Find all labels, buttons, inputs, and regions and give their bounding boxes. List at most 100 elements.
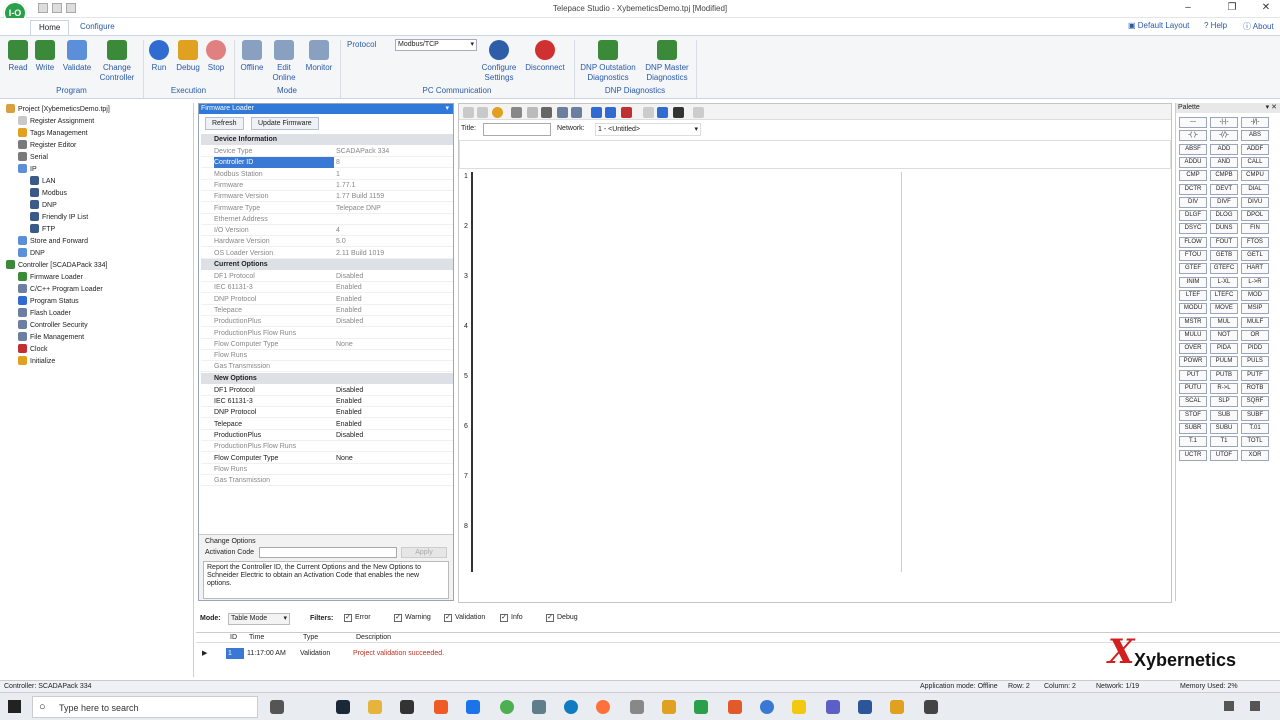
app-icon[interactable] [532, 700, 546, 714]
property-row[interactable]: Flow Runs [201, 464, 453, 475]
tree-item[interactable]: Flash Loader [18, 308, 71, 320]
dnp-outstation-diagnostics-button[interactable]: DNP Outstation Diagnostics [578, 40, 638, 83]
update-firmware-button[interactable]: Update Firmware [251, 117, 319, 130]
refresh-button[interactable]: Refresh [205, 117, 244, 130]
title-input[interactable] [483, 123, 551, 136]
validate-button[interactable]: Validate [60, 40, 94, 73]
property-row[interactable]: Controller ID 8 [201, 157, 453, 169]
app-icon-4[interactable] [760, 700, 774, 714]
steam-icon[interactable] [336, 700, 350, 714]
filter-checkbox[interactable]: ✓ Warning [394, 614, 431, 622]
configure-settings-button[interactable]: Configure Settings [478, 40, 520, 83]
property-row[interactable]: Firmware 1.77.1 [201, 180, 453, 191]
change-controller-button[interactable]: Change Controller [96, 40, 138, 83]
palette-item[interactable]: LTEF [1179, 289, 1207, 301]
property-row[interactable]: ProductionPlus Flow Runs [201, 441, 453, 453]
property-row[interactable]: ProductionPlus Disabled [201, 316, 453, 328]
property-row[interactable]: DF1 Protocol Disabled [201, 271, 453, 282]
palette-item[interactable]: PULS [1241, 356, 1269, 368]
default-layout-link[interactable]: ▣ Default Layout [1128, 21, 1189, 30]
palette-item[interactable]: ABS [1241, 130, 1269, 142]
read-button[interactable]: Read [6, 40, 30, 73]
palette-item[interactable]: CALL [1241, 156, 1269, 168]
mail-icon[interactable] [466, 700, 480, 714]
windows-start-icon[interactable] [8, 700, 21, 713]
palette-item[interactable]: ABSF [1179, 143, 1207, 155]
palette-item[interactable]: MSTR [1179, 316, 1207, 328]
task-view-icon[interactable] [270, 700, 284, 714]
dnp-master-diagnostics-button[interactable]: DNP Master Diagnostics [642, 40, 692, 83]
property-row[interactable]: IEC 61131-3 Enabled [201, 396, 453, 407]
copy-icon[interactable] [527, 107, 538, 118]
palette-item[interactable]: FTOS [1241, 236, 1269, 248]
palette-item[interactable]: SUBR [1179, 422, 1207, 434]
palette-item[interactable]: DUNS [1210, 223, 1238, 235]
firefox-icon[interactable] [596, 700, 610, 714]
palette-item[interactable]: UCTR [1179, 449, 1207, 461]
tree-item[interactable]: Serial [18, 152, 48, 164]
insert-column-icon[interactable] [571, 107, 582, 118]
palette-item[interactable]: TOTL [1241, 436, 1269, 448]
word-icon[interactable] [858, 700, 872, 714]
append-network-icon[interactable] [605, 107, 616, 118]
palette-item[interactable]: PUTB [1210, 369, 1238, 381]
property-row[interactable]: I/O Version 4 [201, 225, 453, 237]
palette-item[interactable]: SUB [1210, 409, 1238, 421]
monitor-button[interactable]: Monitor [302, 40, 336, 73]
ladder-rungs-area[interactable]: 1 2 3 4 5 6 7 8 [459, 170, 1171, 602]
app-icon-3[interactable] [662, 700, 676, 714]
palette-item[interactable]: GETL [1241, 250, 1269, 261]
offline-button[interactable]: Offline [238, 40, 266, 73]
tab-home[interactable]: Home [30, 20, 70, 35]
palette-item[interactable]: -( )- [1179, 130, 1207, 142]
tree-item[interactable]: C/C++ Program Loader [18, 284, 103, 296]
palette-item[interactable]: CMP [1179, 170, 1207, 182]
tree-item[interactable]: Register Assignment [18, 116, 94, 128]
property-row[interactable]: Device Type SCADAPack 334 [201, 146, 453, 157]
palette-item[interactable]: PUT [1179, 369, 1207, 381]
insert-row-icon[interactable] [557, 107, 568, 118]
palette-item[interactable]: DSYC [1179, 223, 1207, 235]
palette-item[interactable]: CMPB [1210, 170, 1238, 182]
palette-item[interactable]: L-XL [1210, 276, 1238, 288]
palette-item[interactable]: ROTB [1241, 383, 1269, 394]
tree-item[interactable]: Clock [18, 344, 48, 356]
prev-network-icon[interactable] [643, 107, 654, 118]
palette-item[interactable]: OR [1241, 329, 1269, 341]
file-explorer-icon[interactable] [368, 700, 382, 714]
disconnect-button[interactable]: Disconnect [522, 40, 568, 73]
taskbar-search[interactable]: ○ Type here to search [32, 696, 258, 718]
palette-item[interactable]: -|/|- [1241, 117, 1269, 128]
palette-item[interactable]: DIV [1179, 196, 1207, 208]
palette-item[interactable]: MULU [1179, 329, 1207, 341]
acrobat-icon[interactable] [728, 700, 742, 714]
palette-item[interactable]: DIVU [1241, 196, 1269, 208]
epic-games-icon[interactable] [400, 700, 414, 714]
palette-item[interactable]: R->L [1210, 383, 1238, 394]
filter-checkbox[interactable]: ✓ Info [500, 614, 523, 622]
palette-item[interactable]: FOUT [1210, 236, 1238, 248]
palette-item[interactable]: SLP [1210, 396, 1238, 408]
property-row[interactable]: Ethernet Address [201, 214, 453, 225]
palette-item[interactable]: STOF [1179, 409, 1207, 421]
palette-item[interactable]: DEVT [1210, 183, 1238, 195]
palette-item[interactable]: OVER [1179, 343, 1207, 355]
close-icon[interactable]: ✕ [1258, 2, 1274, 14]
property-row[interactable]: Modbus Station 1 [201, 169, 453, 180]
palette-item[interactable]: SQRF [1241, 396, 1269, 408]
next-network-icon[interactable] [657, 107, 668, 118]
section-header[interactable]: Device Information [201, 134, 453, 145]
palette-item[interactable]: FLOW [1179, 236, 1207, 248]
palette-item[interactable]: MOD [1241, 289, 1269, 301]
tree-item[interactable]: DNP [30, 200, 57, 212]
table-row[interactable]: ▶ 1 11:17:00 AM Validation Project valid… [196, 648, 1096, 659]
palette-item[interactable]: PULM [1210, 356, 1238, 368]
palette-item[interactable]: CMPU [1241, 170, 1269, 182]
filter-checkbox[interactable]: ✓ Validation [444, 614, 485, 622]
property-row[interactable]: Flow Computer Type None [201, 453, 453, 464]
palette-item[interactable]: T.1 [1179, 436, 1207, 448]
quick-undo-icon[interactable] [52, 3, 62, 13]
tree-item[interactable]: DNP [18, 248, 45, 260]
property-row[interactable]: OS Loader Version 2.11 Build 1019 [201, 248, 453, 259]
protocol-select[interactable]: Modbus/TCP ▾ [395, 39, 477, 51]
